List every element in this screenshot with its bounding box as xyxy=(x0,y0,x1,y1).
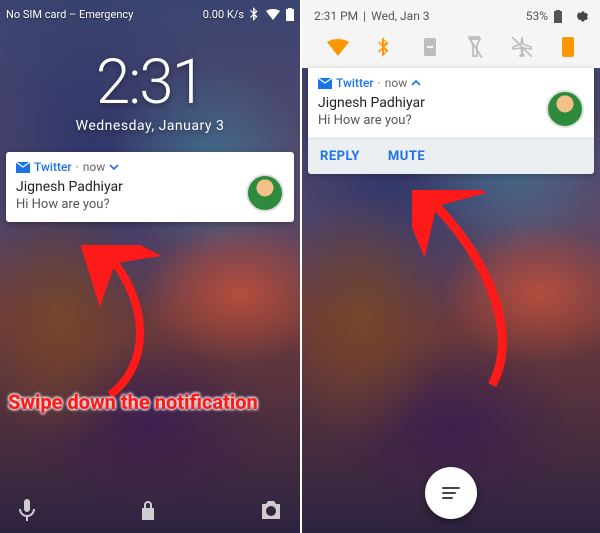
notification-card[interactable]: Twitter · now Jignesh Padhiyar Hi How ar… xyxy=(308,68,594,138)
lockscreen-clock: 2:31 Wednesday, January 3 xyxy=(0,52,300,134)
reply-button[interactable]: REPLY xyxy=(320,149,360,164)
clock-time: 2:31 xyxy=(0,52,300,114)
status-bar: No SIM card – Emergency 0.00 K/s xyxy=(0,0,300,24)
bluetooth-icon xyxy=(250,7,260,21)
chevron-up-icon[interactable] xyxy=(411,79,421,87)
dot-separator: · xyxy=(378,76,381,90)
notification-app: Twitter xyxy=(336,76,374,90)
battery-percent: 53% xyxy=(526,9,548,23)
avatar xyxy=(246,174,284,212)
battery-icon xyxy=(286,8,294,21)
qs-wifi-icon[interactable] xyxy=(327,39,349,56)
notification-header[interactable]: Twitter · now xyxy=(16,160,284,174)
voice-assist-icon[interactable] xyxy=(18,499,36,521)
battery-icon xyxy=(554,10,562,23)
shade-header: 2:31 PM | Wed, Jan 3 53% xyxy=(310,6,592,30)
dot-separator: · xyxy=(76,160,79,174)
mute-button[interactable]: MUTE xyxy=(388,149,425,164)
settings-icon[interactable] xyxy=(572,8,588,24)
notification-sender: Jignesh Padhiyar xyxy=(318,95,425,111)
qs-airplane-icon[interactable] xyxy=(512,37,532,57)
qs-flashlight-icon[interactable] xyxy=(468,36,482,58)
carrier-text: No SIM card – Emergency xyxy=(6,8,133,21)
menu-icon xyxy=(442,487,460,499)
lock-icon[interactable] xyxy=(140,500,156,520)
notification-message: Hi How are you? xyxy=(318,113,425,128)
notification-card[interactable]: Twitter · now Jignesh Padhiyar Hi How ar… xyxy=(6,152,294,222)
shade-time: 2:31 PM xyxy=(314,9,358,23)
annotation-text: Swipe down the notification xyxy=(8,390,258,414)
notification-sender: Jignesh Padhiyar xyxy=(16,179,123,195)
lockscreen-pane: No SIM card – Emergency 0.00 K/s 2:31 We… xyxy=(0,0,300,533)
camera-icon[interactable] xyxy=(260,501,282,519)
clock-date: Wednesday, January 3 xyxy=(0,118,300,134)
notification-time: now xyxy=(385,76,408,90)
mail-icon xyxy=(318,78,332,89)
notification-actions: REPLY MUTE xyxy=(308,138,594,174)
avatar xyxy=(546,90,584,128)
wifi-icon xyxy=(266,9,280,20)
notification-header[interactable]: Twitter · now xyxy=(318,76,584,90)
network-speed: 0.00 K/s xyxy=(203,8,244,21)
qs-rotation-icon[interactable] xyxy=(561,36,575,58)
lockscreen-bottom-bar xyxy=(0,499,300,521)
qs-bluetooth-icon[interactable] xyxy=(378,37,391,57)
pipe-separator: | xyxy=(363,9,366,23)
notification-time: now xyxy=(83,160,106,174)
notification-shade[interactable]: 2:31 PM | Wed, Jan 3 53% xyxy=(302,0,600,68)
notification-message: Hi How are you? xyxy=(16,197,123,212)
fab-button[interactable] xyxy=(425,467,477,519)
notification-app: Twitter xyxy=(34,160,72,174)
shade-pane: 2:31 PM | Wed, Jan 3 53% xyxy=(300,0,600,533)
mail-icon xyxy=(16,162,30,173)
qs-dnd-icon[interactable] xyxy=(421,37,439,57)
shade-date: Wed, Jan 3 xyxy=(371,9,429,23)
quick-settings-row xyxy=(310,30,592,68)
chevron-down-icon[interactable] xyxy=(109,163,119,171)
